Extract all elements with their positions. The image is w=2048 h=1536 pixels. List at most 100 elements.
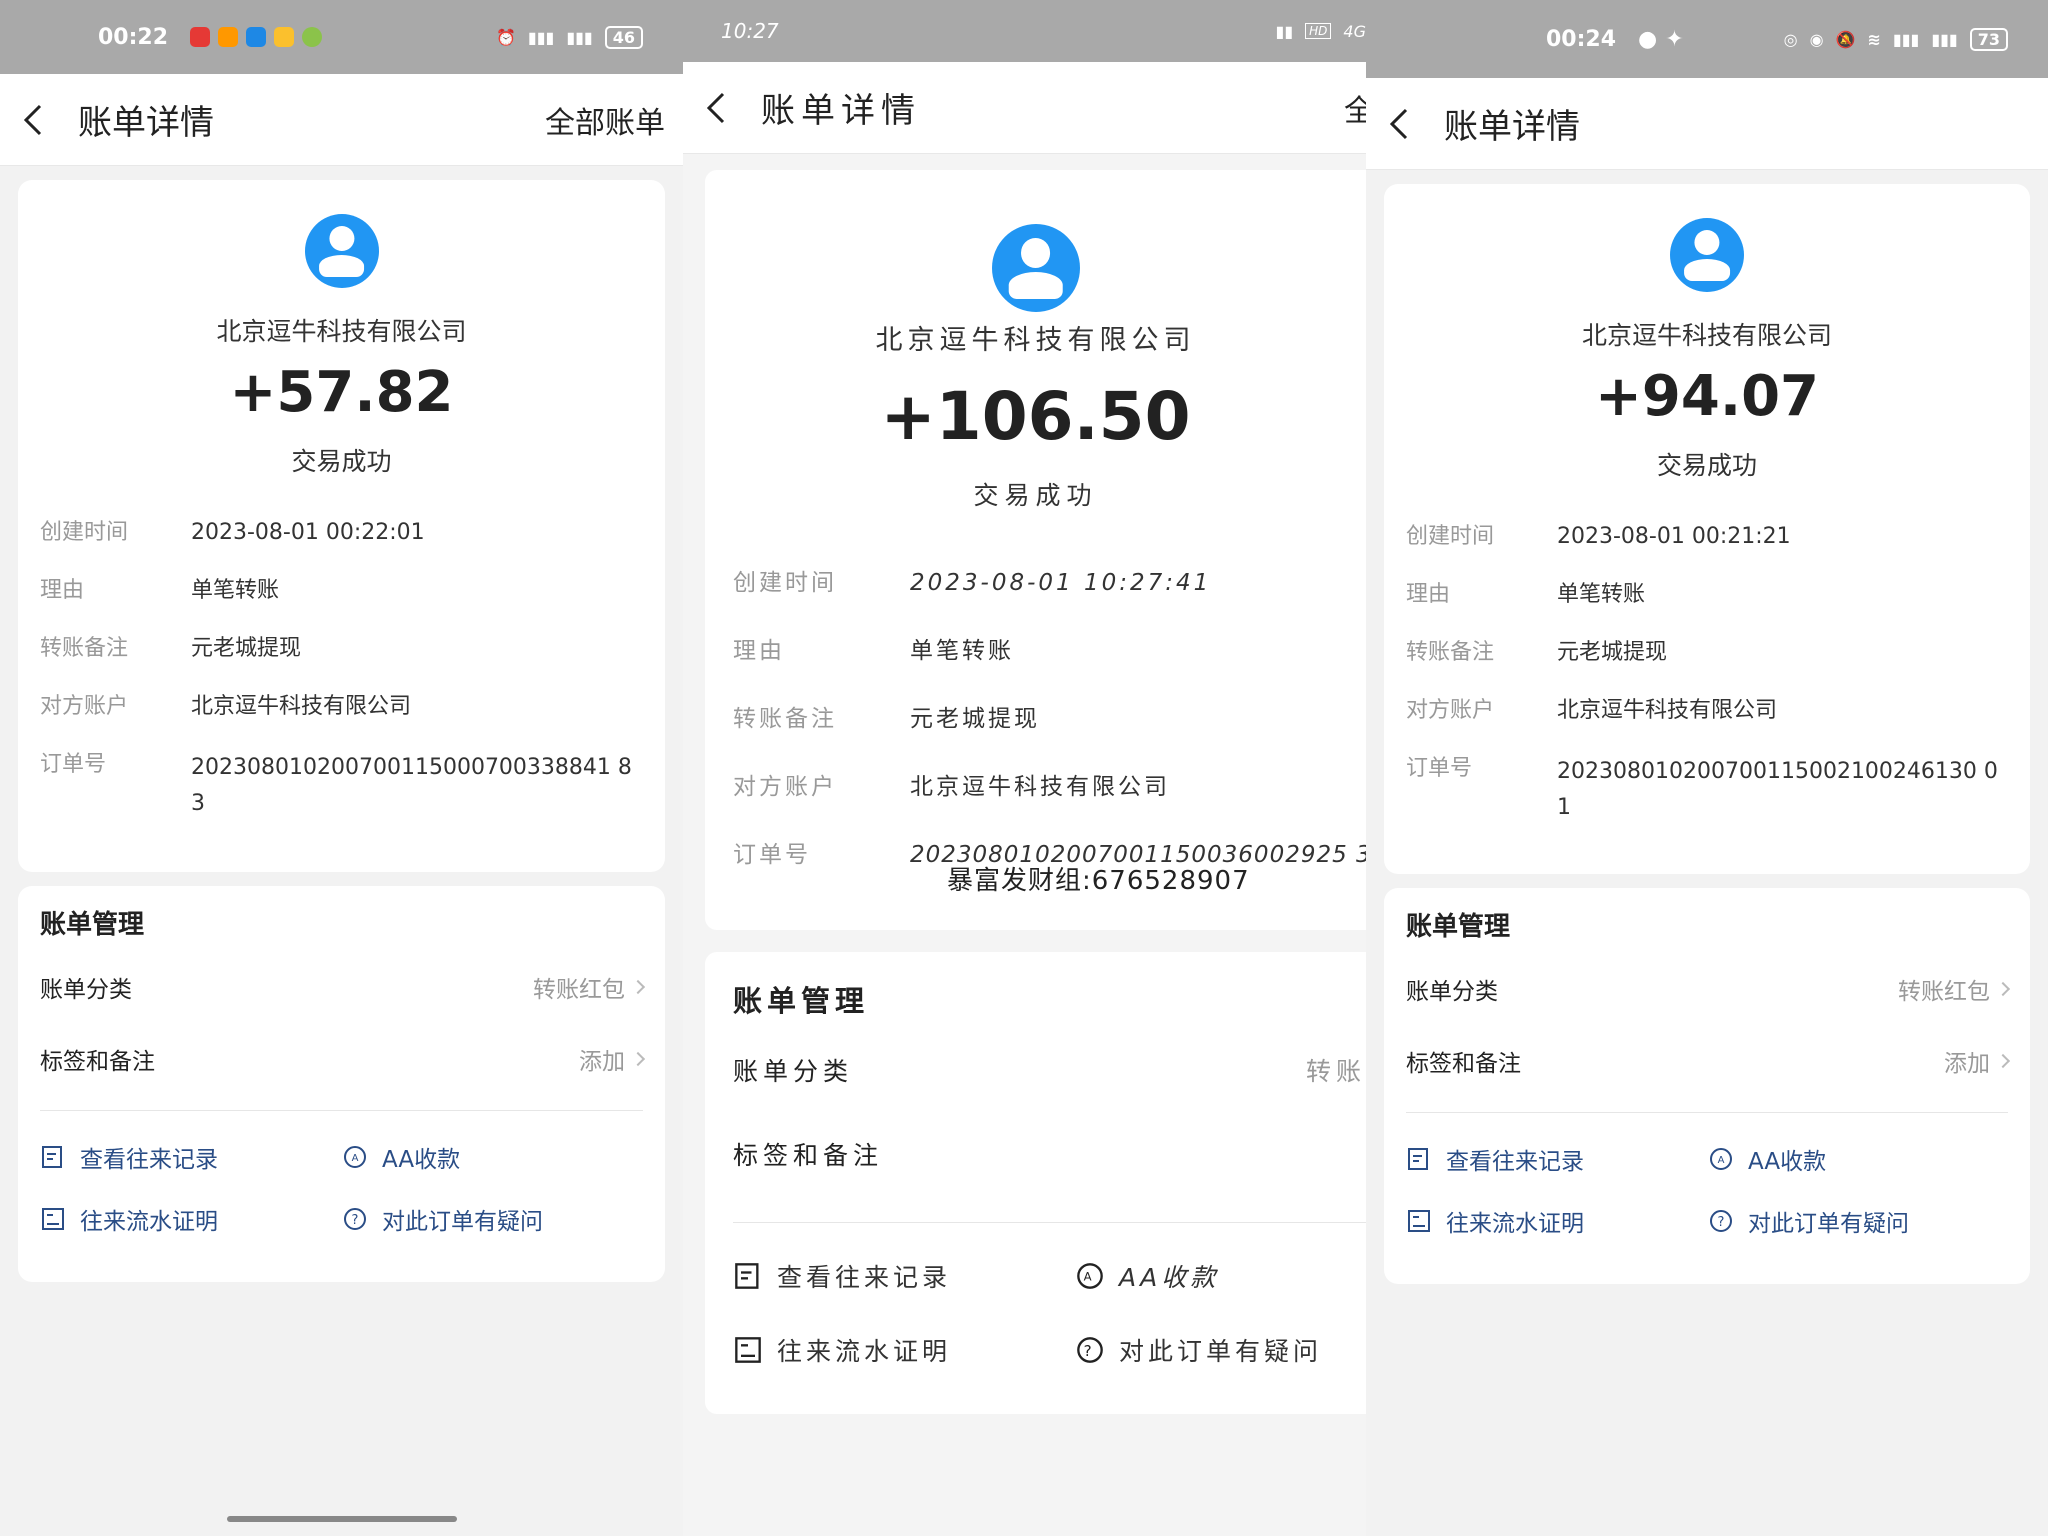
status-time: 10:27 — [721, 19, 779, 43]
nfc-icon: ◎ — [1783, 29, 1798, 49]
tags-remarks-row[interactable]: 标签和备注 添加 — [1406, 1044, 2011, 1078]
aa-icon: A — [342, 1144, 368, 1170]
notification-icons — [190, 27, 323, 47]
detail-row-reason: 理由 单笔转账 — [40, 578, 280, 603]
system-status-icons: ◎ ◉ 🔕 ≋ ▮▮▮ ▮▮▮ 73 — [1784, 0, 2008, 78]
svg-text:?: ? — [352, 1213, 359, 1228]
screen-3: 00:24 ● ✦ ◎ ◉ 🔕 ≋ ▮▮▮ ▮▮▮ 73 账单详情 北京逗牛科技… — [1366, 0, 2048, 1536]
status-time: 00:24 — [1546, 26, 1617, 52]
status-bar: 10:27 ▮▮ HD 4G — [683, 0, 1366, 62]
notification-icons: ● ✦ — [1638, 27, 1684, 52]
section-title: 账单管理 — [733, 984, 870, 1018]
document-icon — [733, 1335, 763, 1365]
back-arrow-icon[interactable] — [701, 88, 731, 128]
record-list-icon — [40, 1144, 66, 1170]
battery-icon: 73 — [1969, 27, 2008, 51]
app-notification-icon — [246, 27, 267, 47]
app-notification-icon: ✦ — [1665, 26, 1684, 52]
signal-icon: ▮▮ — [1275, 21, 1294, 41]
payee-avatar-icon — [1670, 218, 1744, 292]
payee-avatar-icon — [304, 214, 379, 288]
detail-row-order: 订单号 202308010200700115002100246130 01 — [1406, 756, 1998, 820]
bill-category-row[interactable]: 账单分类 转账 — [733, 1052, 1366, 1088]
bill-info-card: 北京逗牛科技有限公司 +94.07 交易成功 创建时间 2023-08-01 00… — [1384, 184, 2030, 874]
question-icon: ? — [1075, 1335, 1105, 1365]
aa-collect-button[interactable]: A AA收款 — [1075, 1258, 1219, 1294]
all-bills-link[interactable]: 全 — [1344, 86, 1366, 130]
bill-management-card: 账单管理 账单分类 转账红包 标签和备注 添加 查看往来记录 A AA收款 往来… — [1384, 888, 2030, 1284]
bill-category-row[interactable]: 账单分类 转账红包 — [1406, 972, 2011, 1006]
detail-row-counterpart: 对方账户 北京逗牛科技有限公司 — [40, 694, 412, 719]
order-question-button[interactable]: ? 对此订单有疑问 — [1708, 1204, 1909, 1238]
app-notification-icon — [190, 27, 211, 47]
bill-info-card: 北京逗牛科技有限公司 +106.50 交易成功 创建时间 2023-08-01 1… — [705, 170, 1366, 930]
back-arrow-icon[interactable] — [18, 100, 48, 140]
screen-1: 00:22 ⏰ ▮▮▮ ▮▮▮ 46 账单详情 全部账单 北京逗牛科技有限公司 … — [0, 0, 683, 1536]
signal-icon: ▮▮▮ — [566, 27, 593, 47]
document-icon — [40, 1206, 66, 1232]
bill-category-row[interactable]: 账单分类 转账红包 — [40, 970, 646, 1004]
nav-bar: 账单详情 全部账单 — [0, 74, 683, 166]
payee-name: 北京逗牛科技有限公司 — [875, 325, 1196, 356]
transaction-status: 交易成功 — [973, 481, 1098, 510]
system-status-icons: ⏰ ▮▮▮ ▮▮▮ 46 — [496, 0, 643, 74]
status-bar: 00:22 ⏰ ▮▮▮ ▮▮▮ 46 — [0, 0, 683, 74]
document-icon — [1406, 1208, 1432, 1234]
status-time: 00:22 — [98, 24, 169, 50]
svg-text:?: ? — [1084, 1342, 1097, 1360]
page-title: 账单详情 — [78, 103, 214, 143]
page-title: 账单详情 — [1444, 107, 1580, 147]
transaction-status: 交易成功 — [291, 447, 392, 476]
view-history-button[interactable]: 查看往来记录 — [40, 1140, 218, 1174]
mute-bell-icon: 🔕 — [1835, 29, 1856, 49]
detail-row-reason: 理由 单笔转账 — [1406, 582, 1646, 607]
detail-row-remark: 转账备注 元老城提现 — [1406, 640, 1668, 665]
aa-collect-button[interactable]: A AA收款 — [1708, 1142, 1826, 1176]
nav-bar: 账单详情 — [1366, 78, 2048, 170]
divider — [40, 1110, 643, 1111]
svg-text:A: A — [1084, 1270, 1097, 1284]
payee-avatar-icon — [991, 224, 1080, 312]
page-title: 账单详情 — [761, 91, 921, 131]
statement-proof-button[interactable]: 往来流水证明 — [733, 1332, 951, 1368]
app-notification-icon — [274, 27, 295, 47]
back-arrow-icon[interactable] — [1384, 104, 1414, 144]
chevron-right-icon — [1995, 981, 2011, 997]
hd-icon: HD — [1305, 23, 1332, 39]
detail-row-created: 创建时间 2023-08-01 00:21:21 — [1406, 524, 1791, 549]
detail-row-order: 订单号 202308010200700115000700338841 83 — [40, 752, 632, 816]
network-icon: 4G — [1343, 21, 1366, 41]
svg-text:?: ? — [1718, 1215, 1725, 1230]
bill-management-card: 账单管理 账单分类 转账红包 标签和备注 添加 查看往来记录 A AA收款 往来… — [18, 886, 665, 1282]
view-history-button[interactable]: 查看往来记录 — [1406, 1142, 1584, 1176]
aa-collect-button[interactable]: A AA收款 — [342, 1140, 460, 1174]
order-question-button[interactable]: ? 对此订单有疑问 — [342, 1202, 543, 1236]
statement-proof-button[interactable]: 往来流水证明 — [1406, 1204, 1584, 1238]
view-history-button[interactable]: 查看往来记录 — [733, 1258, 951, 1294]
payee-name: 北京逗牛科技有限公司 — [1581, 321, 1832, 350]
svg-text:A: A — [352, 1153, 359, 1164]
chevron-right-icon — [1995, 1053, 2011, 1069]
detail-row-counterpart: 对方账户 北京逗牛科技有限公司 — [733, 774, 1170, 800]
amount: +106.50 — [880, 378, 1191, 455]
amount: +94.07 — [1594, 364, 1820, 429]
tags-remarks-row[interactable]: 标签和备注 — [733, 1136, 1366, 1172]
home-indicator[interactable] — [226, 1516, 457, 1522]
transaction-status: 交易成功 — [1656, 451, 1757, 480]
detail-row-reason: 理由 单笔转账 — [733, 638, 1014, 664]
question-icon: ? — [342, 1206, 368, 1232]
chevron-right-icon — [630, 979, 646, 995]
tags-remarks-row[interactable]: 标签和备注 添加 — [40, 1042, 646, 1076]
watermark-text: 暴富发财组:676528907 — [947, 866, 1250, 896]
alarm-icon: ⏰ — [495, 27, 516, 47]
statement-proof-button[interactable]: 往来流水证明 — [40, 1202, 218, 1236]
eye-icon: ◉ — [1809, 29, 1824, 49]
detail-row-counterpart: 对方账户 北京逗牛科技有限公司 — [1406, 698, 1778, 723]
order-question-button[interactable]: ? 对此订单有疑问 — [1075, 1332, 1322, 1368]
chevron-right-icon — [630, 1051, 646, 1067]
divider — [1406, 1112, 2008, 1113]
section-title: 账单管理 — [40, 910, 145, 940]
status-bar: 00:24 ● ✦ ◎ ◉ 🔕 ≋ ▮▮▮ ▮▮▮ 73 — [1366, 0, 2048, 78]
all-bills-link[interactable]: 全部账单 — [545, 98, 665, 142]
question-icon: ? — [1708, 1208, 1734, 1234]
